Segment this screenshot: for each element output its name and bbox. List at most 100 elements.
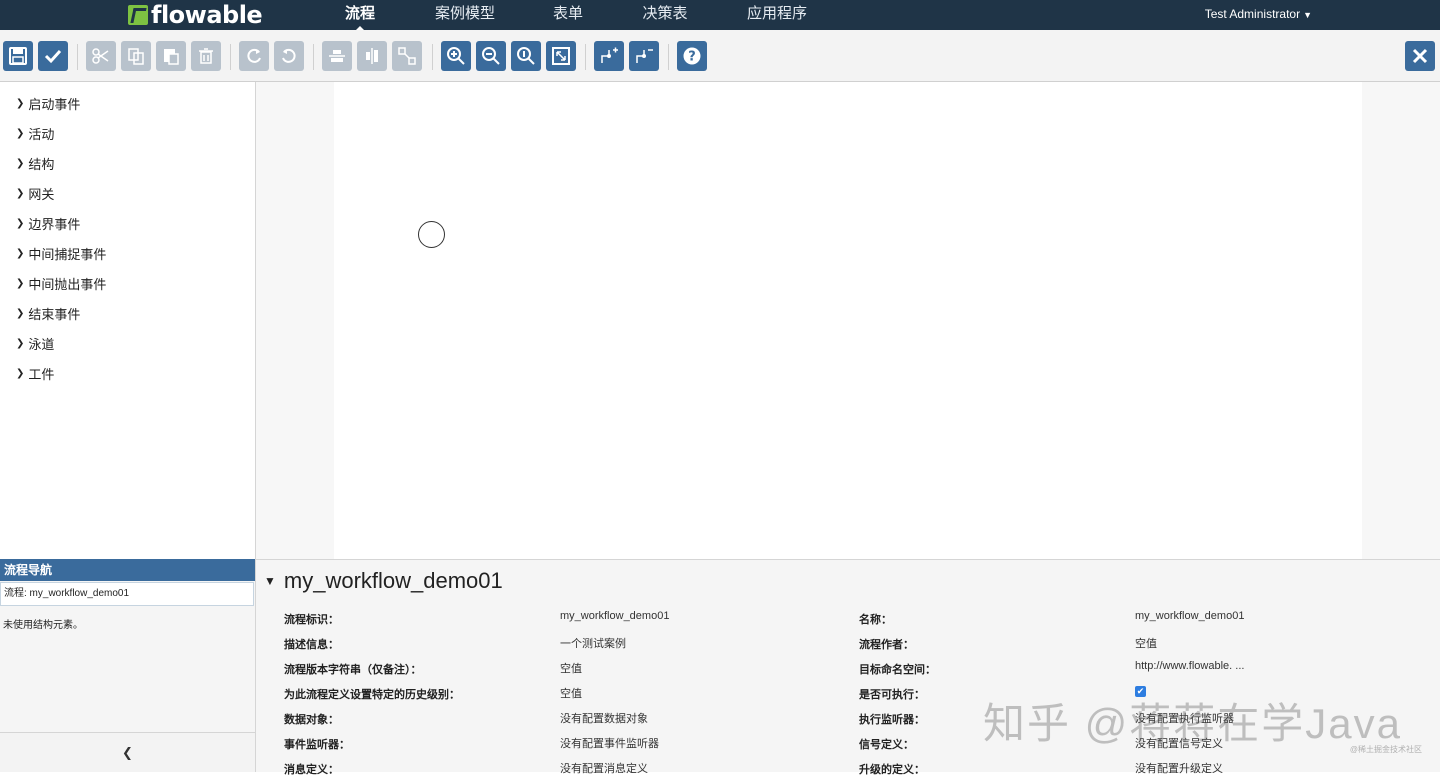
prop-value-process-id[interactable]: my_workflow_demo01	[560, 610, 669, 622]
palette-group-label: 活动	[28, 126, 55, 142]
chevron-right-icon: ❯	[16, 217, 25, 229]
nav-forms[interactable]: 表单	[548, 0, 588, 30]
prop-label-target-namespace: 目标命名空间：	[859, 664, 936, 676]
bendpoint-remove-icon	[636, 49, 653, 63]
chevron-right-icon: ❯	[16, 367, 25, 379]
align-horizontal-icon	[329, 50, 345, 62]
undo-icon	[282, 48, 296, 63]
help-button[interactable]: ?	[677, 41, 707, 71]
copy-icon	[128, 48, 144, 65]
chevron-right-icon: ❯	[16, 97, 25, 109]
undo-button[interactable]	[274, 41, 304, 71]
nav-decision-tables[interactable]: 决策表	[637, 0, 693, 30]
prop-value-history-level[interactable]: 空值	[560, 685, 582, 701]
cut-icon	[92, 48, 109, 64]
zoom-fit-button[interactable]	[546, 41, 576, 71]
zoom-actual-icon	[517, 47, 535, 65]
prop-value-escalation-definitions[interactable]: 没有配置升级定义	[1135, 760, 1223, 776]
palette-group-start-events[interactable]: ❯ 启动事件	[16, 93, 80, 113]
palette-group-label: 中间抛出事件	[28, 276, 107, 292]
toolbar-divider	[585, 44, 586, 70]
prop-value-data-objects[interactable]: 没有配置数据对象	[560, 710, 648, 726]
chevron-right-icon: ❯	[16, 307, 25, 319]
toolbar-divider	[230, 44, 231, 70]
navigation-note: 未使用结构元素。	[3, 620, 83, 631]
validate-button[interactable]	[38, 41, 68, 71]
palette-group-structural[interactable]: ❯ 结构	[16, 153, 54, 173]
palette-group-label: 工件	[28, 366, 55, 382]
nav-case-models[interactable]: 案例模型	[430, 0, 500, 30]
watermark-text: 知乎 @蒋蒋在学Java	[982, 700, 1402, 747]
prop-value-message-definitions[interactable]: 没有配置消息定义	[560, 760, 648, 776]
prop-value-target-namespace[interactable]: http://www.flowable. ...	[1135, 660, 1244, 672]
prop-value-description[interactable]: 一个测试案例	[560, 635, 626, 651]
validate-icon	[44, 49, 62, 64]
watermark-small-text: @稀土掘金技术社区	[1349, 745, 1422, 754]
properties-panel: ▼ my_workflow_demo01 流程标识： my_workflow_d…	[256, 559, 1440, 776]
palette-group-label: 启动事件	[28, 96, 81, 112]
paste-button[interactable]	[156, 41, 186, 71]
copy-button[interactable]	[121, 41, 151, 71]
toolbar-divider	[432, 44, 433, 70]
svg-text:?: ?	[688, 50, 696, 65]
palette-group-intermediate-catch-events[interactable]: ❯ 中间捕捉事件	[16, 243, 106, 263]
cut-button[interactable]	[86, 41, 116, 71]
canvas-wrapper	[256, 82, 1440, 559]
prop-label-escalation-definitions: 升级的定义：	[859, 764, 925, 776]
redo-icon	[247, 48, 261, 63]
palette-group-artifacts[interactable]: ❯ 工件	[16, 363, 54, 383]
palette-group-label: 结构	[28, 156, 55, 172]
zoom-in-button[interactable]	[441, 41, 471, 71]
shape-palette: ❯ 启动事件 ❯ 活动 ❯ 结构 ❯ 网关 ❯ 边界事件 ❯ 中间捕捉事件 ❯ 中间抛出事件 …	[0, 82, 256, 559]
delete-icon	[199, 48, 213, 64]
prop-value-event-listeners[interactable]: 没有配置事件监听器	[560, 735, 659, 751]
prop-label-signal-definitions: 信号定义：	[859, 739, 914, 751]
align-horizontal-button[interactable]	[322, 41, 352, 71]
bendpoint-add-button[interactable]	[594, 41, 624, 71]
zoom-out-button[interactable]	[476, 41, 506, 71]
user-name: Test Administrator	[1204, 7, 1301, 21]
editor-toolbar: ?	[0, 30, 1440, 82]
collapse-panel-button[interactable]: ❮	[0, 732, 255, 772]
palette-group-label: 边界事件	[28, 216, 81, 232]
save-button[interactable]	[3, 41, 33, 71]
chevron-right-icon: ❯	[16, 337, 25, 349]
start-event-shape[interactable]	[418, 221, 445, 248]
palette-group-boundary-events[interactable]: ❯ 边界事件	[16, 213, 80, 233]
properties-title: my_workflow_demo01	[283, 568, 503, 593]
align-vertical-button[interactable]	[357, 41, 387, 71]
properties-header[interactable]: ▼ my_workflow_demo01	[264, 568, 503, 594]
nav-processes[interactable]: 流程	[340, 0, 380, 31]
flowable-logo[interactable]: flowable	[128, 1, 263, 29]
nav-apps[interactable]: 应用程序	[742, 0, 812, 30]
palette-group-activities[interactable]: ❯ 活动	[16, 123, 54, 143]
zoom-in-icon	[447, 47, 465, 65]
toolbar-divider	[668, 44, 669, 70]
prop-label-history-level: 为此流程定义设置特定的历史级别：	[284, 689, 460, 701]
chevron-right-icon: ❯	[16, 187, 25, 199]
zoom-out-icon	[482, 47, 500, 65]
bendpoint-add-icon	[601, 47, 618, 63]
palette-group-end-events[interactable]: ❯ 结束事件	[16, 303, 80, 323]
close-editor-button[interactable]	[1405, 41, 1435, 71]
palette-group-swimlanes[interactable]: ❯ 泳道	[16, 333, 54, 353]
palette-group-intermediate-throw-events[interactable]: ❯ 中间抛出事件	[16, 273, 106, 293]
navigation-selected-process[interactable]: 流程: my_workflow_demo01	[0, 582, 254, 606]
same-size-button[interactable]	[392, 41, 422, 71]
chevron-left-icon: ❮	[122, 745, 133, 760]
delete-button[interactable]	[191, 41, 221, 71]
zoom-fit-icon	[552, 47, 570, 65]
prop-value-author[interactable]: 空值	[1135, 635, 1157, 651]
zoom-actual-button[interactable]	[511, 41, 541, 71]
prop-value-version[interactable]: 空值	[560, 660, 582, 676]
user-menu[interactable]: Test Administrator ▼	[1205, 0, 1312, 30]
prop-value-name[interactable]: my_workflow_demo01	[1135, 610, 1244, 622]
palette-group-gateways[interactable]: ❯ 网关	[16, 183, 54, 203]
same-size-icon	[398, 47, 416, 65]
bendpoint-remove-button[interactable]	[629, 41, 659, 71]
top-navbar: flowable 流程 案例模型 表单 决策表 应用程序 Test Admini…	[0, 0, 1440, 31]
redo-button[interactable]	[239, 41, 269, 71]
prop-label-process-id: 流程标识：	[284, 614, 339, 626]
process-canvas[interactable]	[334, 82, 1362, 559]
chevron-down-icon: ▼	[1303, 10, 1312, 20]
